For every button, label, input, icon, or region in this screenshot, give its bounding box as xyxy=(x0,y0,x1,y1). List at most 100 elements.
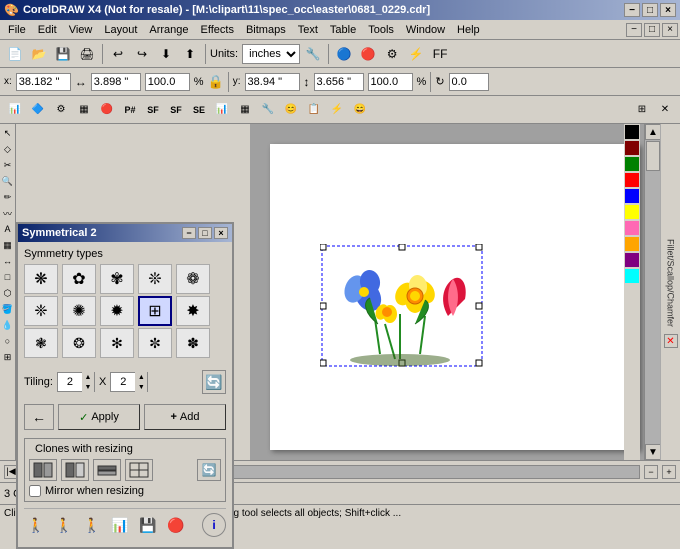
color-black[interactable] xyxy=(625,125,639,139)
sym-type-2[interactable]: ✿ xyxy=(62,264,96,294)
connector-tool[interactable]: ⊞ xyxy=(1,350,15,364)
tool3[interactable]: ⚙ xyxy=(381,43,403,65)
clone-icon-3[interactable] xyxy=(93,459,121,481)
eff2-btn[interactable]: ⚙ xyxy=(50,99,72,121)
sym-type-4[interactable]: ❊ xyxy=(138,264,172,294)
eff7-btn[interactable]: SF xyxy=(165,99,187,121)
eyedrop-tool[interactable]: 💧 xyxy=(1,318,15,332)
sym-type-13[interactable]: ✻ xyxy=(100,328,134,358)
eff15-btn[interactable]: 😄 xyxy=(349,99,371,121)
color-blue[interactable] xyxy=(625,189,639,203)
tiling-x-down[interactable]: ▼ xyxy=(82,382,94,392)
eff11-btn[interactable]: 🔧 xyxy=(257,99,279,121)
zoom-tool[interactable]: 🔍 xyxy=(1,174,15,188)
text-tool[interactable]: A xyxy=(1,222,15,236)
tool5[interactable]: FF xyxy=(429,43,451,65)
eff3-btn[interactable]: ▦ xyxy=(73,99,95,121)
color-yellow[interactable] xyxy=(625,205,639,219)
color-pink[interactable] xyxy=(625,221,639,235)
bottom-icon-2[interactable]: 🚶 xyxy=(52,513,76,537)
color-green[interactable] xyxy=(625,157,639,171)
sym-type-12[interactable]: ❂ xyxy=(62,328,96,358)
minimize-button[interactable]: − xyxy=(624,3,640,17)
menu-tools[interactable]: Tools xyxy=(362,20,400,39)
eff13-btn[interactable]: 📋 xyxy=(303,99,325,121)
scroll-thumb[interactable] xyxy=(646,141,660,171)
menu-arrange[interactable]: Arrange xyxy=(143,20,194,39)
eff9-btn[interactable]: 📊 xyxy=(211,99,233,121)
scroll-down-button[interactable]: ▼ xyxy=(645,444,661,460)
info-button[interactable]: i xyxy=(202,513,226,537)
eff12-btn[interactable]: 😊 xyxy=(280,99,302,121)
zoom-in-button[interactable]: + xyxy=(662,465,676,479)
sym-type-3[interactable]: ✾ xyxy=(100,264,134,294)
tiling-x-arrows[interactable]: ▲ ▼ xyxy=(82,372,94,392)
eff14-btn[interactable]: ⚡ xyxy=(326,99,348,121)
menu-layout[interactable]: Layout xyxy=(98,20,143,39)
panel-close[interactable]: × xyxy=(214,227,228,239)
apply-button[interactable]: ✓ Apply xyxy=(58,404,140,430)
sym-type-8[interactable]: ✹ xyxy=(100,296,134,326)
table-tool[interactable]: ▦ xyxy=(1,238,15,252)
close-panel-button[interactable]: ✕ xyxy=(664,334,678,348)
sym-type-5[interactable]: ❁ xyxy=(176,264,210,294)
menu-table[interactable]: Table xyxy=(324,20,362,39)
bottom-icon-6[interactable]: 🔴 xyxy=(164,513,188,537)
color-red[interactable] xyxy=(625,173,639,187)
tiling-y-up[interactable]: ▲ xyxy=(135,372,147,382)
clone-icon-2[interactable] xyxy=(61,459,89,481)
sym-type-6[interactable]: ❈ xyxy=(24,296,58,326)
shape-tool[interactable]: ◇ xyxy=(1,142,15,156)
dim-tool[interactable]: ↔ xyxy=(1,254,15,268)
snap-button[interactable]: 🔧 xyxy=(302,43,324,65)
sym-type-7[interactable]: ✺ xyxy=(62,296,96,326)
menu-effects[interactable]: Effects xyxy=(195,20,240,39)
back-button[interactable]: ← xyxy=(24,404,54,430)
tiling-y-spinbox[interactable]: ▲ ▼ xyxy=(110,372,148,392)
menu-text[interactable]: Text xyxy=(292,20,324,39)
tiling-refresh-button[interactable]: 🔄 xyxy=(202,370,226,394)
title-controls[interactable]: − □ × xyxy=(624,3,676,17)
menu-bitmaps[interactable]: Bitmaps xyxy=(240,20,292,39)
menu-view[interactable]: View xyxy=(63,20,99,39)
horizontal-scrollbar[interactable] xyxy=(172,465,640,479)
doc-minimize[interactable]: − xyxy=(626,23,642,37)
bottom-icon-1[interactable]: 🚶 xyxy=(24,513,48,537)
color-darkred[interactable] xyxy=(625,141,639,155)
bottom-icon-5[interactable]: 💾 xyxy=(136,513,160,537)
color-cyan[interactable] xyxy=(625,269,639,283)
angle-input[interactable] xyxy=(449,73,489,91)
new-button[interactable]: 📄 xyxy=(4,43,26,65)
eff4-btn[interactable]: 🔴 xyxy=(96,99,118,121)
y-input[interactable] xyxy=(245,73,300,91)
eff5-btn[interactable]: P# xyxy=(119,99,141,121)
maximize-button[interactable]: □ xyxy=(642,3,658,17)
sym-type-1[interactable]: ❋ xyxy=(24,264,58,294)
export-button[interactable]: ⬆ xyxy=(179,43,201,65)
scroll-up-button[interactable]: ▲ xyxy=(645,124,661,140)
color-orange[interactable] xyxy=(625,237,639,251)
open-button[interactable]: 📂 xyxy=(28,43,50,65)
y-pct-input[interactable] xyxy=(368,73,413,91)
menu-window[interactable]: Window xyxy=(400,20,451,39)
tiling-y-input[interactable] xyxy=(111,376,135,388)
eff6-btn[interactable]: SF xyxy=(142,99,164,121)
clone-icon-1[interactable] xyxy=(29,459,57,481)
select-tool[interactable]: ↖ xyxy=(1,126,15,140)
crop-tool[interactable]: ✂ xyxy=(1,158,15,172)
menu-edit[interactable]: Edit xyxy=(32,20,63,39)
bottom-icon-3[interactable]: 🚶 xyxy=(80,513,104,537)
sym-type-9[interactable]: ⊞ xyxy=(138,296,172,326)
tiling-x-up[interactable]: ▲ xyxy=(82,372,94,382)
smart-draw-tool[interactable]: 〰 xyxy=(1,206,15,220)
doc-maximize[interactable]: □ xyxy=(644,23,660,37)
undo-button[interactable]: ↩ xyxy=(107,43,129,65)
panel-maximize[interactable]: □ xyxy=(198,227,212,239)
panel-controls[interactable]: − □ × xyxy=(182,227,228,239)
sym-type-15[interactable]: ✽ xyxy=(176,328,210,358)
bottom-icon-4[interactable]: 📊 xyxy=(108,513,132,537)
tool4[interactable]: ⚡ xyxy=(405,43,427,65)
tiling-x-spinbox[interactable]: ▲ ▼ xyxy=(57,372,95,392)
tiling-x-input[interactable] xyxy=(58,376,82,388)
close-panel-btn[interactable]: ✕ xyxy=(654,99,676,121)
